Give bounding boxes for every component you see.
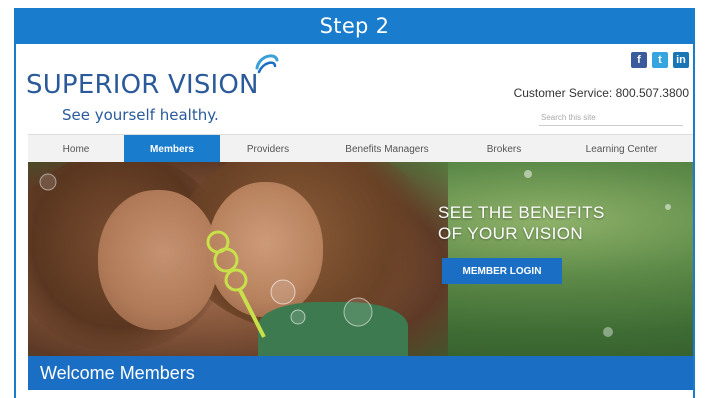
linkedin-icon[interactable]: in	[673, 52, 689, 68]
nav-learning-center[interactable]: Learning Center	[550, 135, 693, 163]
social-links: f t in	[631, 52, 689, 68]
step-banner: Step 2	[14, 8, 695, 44]
member-login-button[interactable]: MEMBER LOGIN	[442, 258, 562, 284]
welcome-bar: Welcome Members	[28, 356, 693, 390]
nav-home[interactable]: Home	[28, 135, 124, 163]
hero-banner: SEE THE BENEFITS OF YOUR VISION MEMBER L…	[28, 162, 693, 356]
logo-swirl-icon	[255, 54, 279, 74]
main-nav: Home Members Providers Benefits Managers…	[28, 134, 693, 164]
logo-text: SUPERIOR VISION	[26, 70, 259, 100]
hero-title-line2: OF YOUR VISION	[438, 224, 584, 243]
hero-title-line1: SEE THE BENEFITS	[438, 203, 605, 222]
logo[interactable]: SUPERIOR VISION	[26, 70, 259, 100]
twitter-icon[interactable]: t	[652, 52, 668, 68]
tagline: See yourself healthy.	[62, 106, 219, 124]
hero-title: SEE THE BENEFITS OF YOUR VISION	[438, 202, 605, 244]
search-input[interactable]	[539, 110, 683, 126]
customer-service: Customer Service: 800.507.3800	[513, 86, 689, 100]
bubble-icons	[39, 170, 671, 337]
nav-members[interactable]: Members	[124, 135, 220, 163]
welcome-title: Welcome Members	[40, 362, 195, 383]
facebook-icon[interactable]: f	[631, 52, 647, 68]
website-frame: SUPERIOR VISION See yourself healthy. f …	[14, 44, 695, 398]
nav-benefits-managers[interactable]: Benefits Managers	[316, 135, 458, 163]
nav-providers[interactable]: Providers	[220, 135, 316, 163]
step-label: Step 2	[319, 14, 390, 38]
nav-brokers[interactable]: Brokers	[458, 135, 550, 163]
